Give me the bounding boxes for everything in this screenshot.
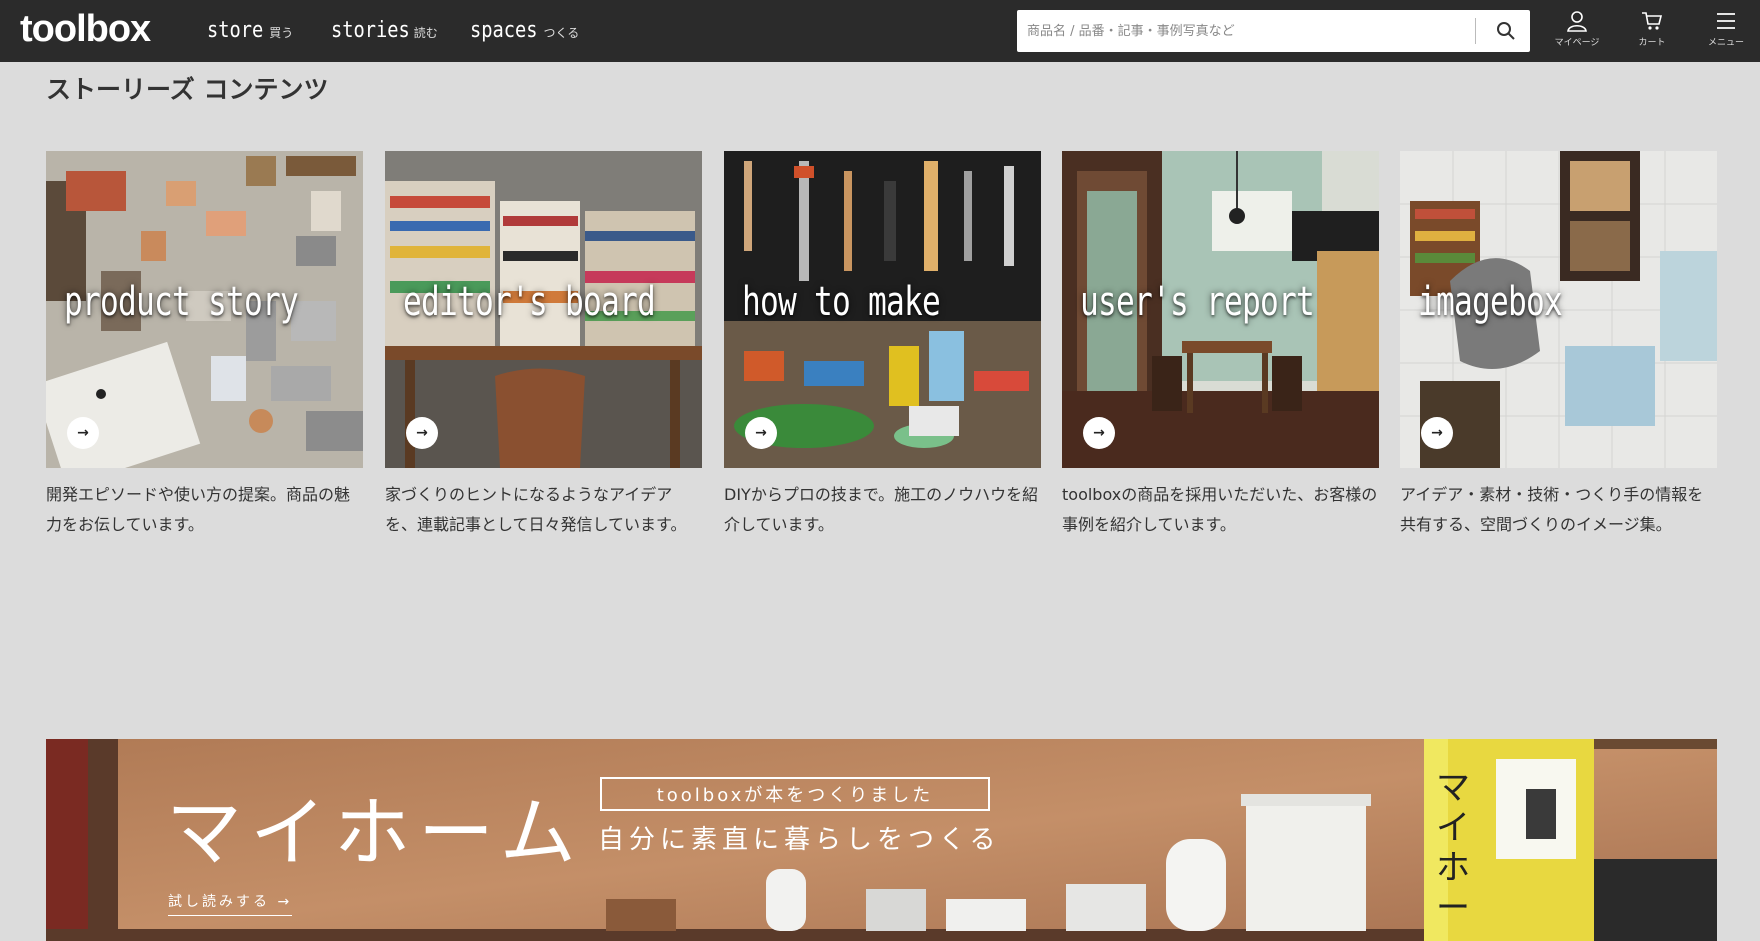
card-title: product story [64,279,299,325]
menu-label: メニュー [1707,38,1744,48]
mypage-label: マイページ [1554,38,1600,48]
search-icon [1497,22,1515,40]
card-image: user's report → [1062,151,1379,468]
card-title: imagebox [1418,279,1563,325]
book-title-char-1: マ [1436,768,1470,808]
arrow-right-icon[interactable]: → [67,417,99,449]
menu-button[interactable]: メニュー [1696,10,1756,54]
user-icon [1567,11,1587,32]
nav-stories-sub: 読む [413,26,438,40]
book-title-char-2: イ [1436,808,1470,848]
cart-icon [1642,12,1663,30]
card-image: product story → [46,151,363,468]
nav-store-label: store [207,18,264,43]
card-product-story[interactable]: product story → 開発エピソードや使い方の提案。商品の魅力をお伝し… [46,151,363,540]
card-description: 開発エピソードや使い方の提案。商品の魅力をお伝しています。 [46,485,351,534]
nav-spaces-label: spaces [470,18,538,43]
search-input[interactable] [1027,10,1477,52]
cart-label: カート [1638,38,1666,48]
card-editors-board[interactable]: editor's board → 家づくりのヒントになるようなアイデアを、連載記… [385,151,702,540]
nav-stories-label: stories [331,18,410,43]
card-description: 家づくりのヒントになるようなアイデアを、連載記事として日々発信しています。 [385,485,687,534]
banner-subtitle: 自分に素直に暮らしをつくる [598,825,1001,855]
card-how-to-make[interactable]: how to make → DIYからプロの技まで。施工のノウハウを紹介していま… [724,151,1041,540]
cart-button[interactable]: カート [1622,10,1682,54]
mypage-button[interactable]: マイページ [1547,10,1607,54]
nav-store[interactable]: store 買う [207,18,293,43]
arrow-right-icon[interactable]: → [406,417,438,449]
nav-spaces-sub: つくる [543,26,580,40]
card-description: アイデア・素材・技術・つくり手の情報を共有する、空間づくりのイメージ集。 [1400,485,1704,534]
search-button[interactable] [1483,10,1529,52]
section-title: ストーリーズ コンテンツ [46,75,329,104]
card-title: how to make [742,279,941,325]
card-title: editor's board [403,279,656,325]
card-image: how to make → [724,151,1041,468]
nav-store-sub: 買う [269,26,294,40]
arrow-right-icon[interactable]: → [1421,417,1453,449]
book-title-char-4: ー [1436,888,1470,928]
arrow-right-icon[interactable]: → [745,417,777,449]
card-title: user's report [1080,279,1315,325]
hamburger-icon [1717,13,1735,29]
banner-tag: toolboxが本をつくりました [600,777,990,811]
banner-title: マイホーム [166,788,584,877]
card-users-report[interactable]: user's report → toolboxの商品を採用いただいた、お客様の事… [1062,151,1379,540]
arrow-right-icon[interactable]: → [1083,417,1115,449]
card-description: DIYからプロの技まで。施工のノウハウを紹介しています。 [724,485,1039,534]
book-banner[interactable]: マ イ ホ ー マイホーム toolboxが本をつくりました 自分に素直に暮らし… [46,739,1717,941]
card-description: toolboxの商品を採用いただいた、お客様の事例を紹介しています。 [1062,485,1378,534]
nav-stories[interactable]: stories 読む [331,18,438,43]
site-logo[interactable]: toolbox [20,8,151,51]
read-sample-link[interactable]: 試し読みする → [168,891,293,916]
search-box [1017,10,1530,52]
search-divider [1475,18,1476,44]
book-title-char-3: ホ [1436,848,1470,888]
site-header: toolbox store 買う stories 読む spaces つくる マ… [0,0,1760,62]
nav-spaces[interactable]: spaces つくる [470,18,579,43]
card-imagebox[interactable]: imagebox → アイデア・素材・技術・つくり手の情報を共有する、空間づくり… [1400,151,1717,540]
card-image: editor's board → [385,151,702,468]
card-image: imagebox → [1400,151,1717,468]
